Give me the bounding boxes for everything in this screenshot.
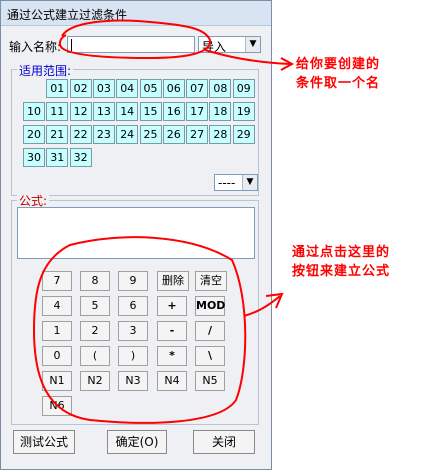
range-number-button[interactable]: 17 (186, 102, 209, 121)
annotation-keypad-hint: 通过点击这里的 按钮来建立公式 (292, 243, 390, 281)
range-number-button[interactable]: 30 (23, 148, 45, 167)
range-number-button[interactable]: 03 (92, 79, 115, 98)
keypad-key[interactable]: N6 (42, 396, 72, 416)
range-number-button[interactable]: 06 (162, 79, 185, 98)
chevron-down-icon[interactable]: ▼ (242, 175, 257, 190)
range-number-button[interactable]: 09 (232, 79, 255, 98)
dialog-window: 通过公式建立过滤条件 输入名称: 导入 ▼ 适用范围: 01 02 03 04 05 06… (0, 0, 272, 470)
close-button[interactable]: 关闭 (193, 430, 255, 454)
range-number-button[interactable]: 13 (92, 102, 115, 121)
keypad-key[interactable]: MOD (195, 296, 225, 316)
range-number-button[interactable]: 08 (209, 79, 232, 98)
range-number-button[interactable]: 10 (23, 102, 45, 121)
range-number-button[interactable]: 32 (69, 148, 92, 167)
keypad-key[interactable]: 1 (42, 321, 72, 341)
keypad-key[interactable]: 7 (42, 271, 72, 291)
range-number-button[interactable]: 18 (209, 102, 232, 121)
keypad-key[interactable]: / (195, 321, 225, 341)
name-input[interactable] (67, 36, 195, 53)
keypad-key[interactable]: 4 (42, 296, 72, 316)
keypad-key[interactable]: + (157, 296, 187, 316)
annotation-line: 通过点击这里的 (292, 245, 391, 260)
range-number-button[interactable]: 20 (23, 125, 45, 144)
range-number-button[interactable]: 25 (139, 125, 162, 144)
keypad-key[interactable]: 8 (80, 271, 110, 291)
formula-textarea[interactable] (17, 207, 255, 259)
keypad-key[interactable]: 清空 (195, 271, 227, 291)
range-number-button[interactable]: 14 (116, 102, 139, 121)
range-mode-value: ---- (218, 176, 236, 190)
range-number-button[interactable]: 27 (186, 125, 209, 144)
text-caret (71, 39, 72, 51)
range-number-button[interactable]: 16 (162, 102, 185, 121)
range-number-button[interactable]: 02 (69, 79, 92, 98)
keypad-key[interactable]: 0 (42, 346, 72, 366)
range-mode-select[interactable]: ---- ▼ (214, 174, 258, 191)
keypad-key[interactable]: ( (80, 346, 110, 366)
chevron-down-icon[interactable]: ▼ (245, 37, 260, 52)
keypad-key[interactable]: 5 (80, 296, 110, 316)
keypad-key[interactable]: ) (118, 346, 148, 366)
range-number-button[interactable]: 26 (162, 125, 185, 144)
range-group-label: 适用范围: (17, 62, 74, 79)
range-number-button[interactable]: 07 (186, 79, 209, 98)
range-number-button[interactable]: 01 (46, 79, 69, 98)
keypad-key[interactable]: 6 (118, 296, 148, 316)
name-label: 输入名称: (9, 40, 62, 54)
keypad-key[interactable]: - (157, 321, 187, 341)
range-number-button[interactable]: 12 (69, 102, 92, 121)
annotation-line: 条件取一个名 (296, 76, 381, 91)
keypad-key[interactable]: N4 (157, 371, 187, 391)
import-select[interactable]: 导入 ▼ (198, 36, 261, 54)
keypad-key[interactable]: N2 (80, 371, 110, 391)
keypad-key[interactable]: N5 (195, 371, 225, 391)
annotation-line: 给你要创建的 (296, 57, 381, 72)
range-number-button[interactable]: 11 (46, 102, 69, 121)
range-number-button[interactable]: 23 (92, 125, 115, 144)
range-number-button[interactable]: 22 (69, 125, 92, 144)
range-number-button[interactable]: 15 (139, 102, 162, 121)
range-number-button[interactable]: 29 (232, 125, 255, 144)
range-number-button[interactable]: 24 (116, 125, 139, 144)
range-number-button[interactable]: 21 (46, 125, 69, 144)
keypad-key[interactable]: 9 (118, 271, 148, 291)
ok-button[interactable]: 确定(O) (107, 430, 167, 454)
annotation-name-hint: 给你要创建的 条件取一个名 (296, 55, 380, 93)
import-select-value: 导入 (202, 40, 227, 54)
range-number-button[interactable]: 28 (209, 125, 232, 144)
window-title: 通过公式建立过滤条件 (7, 8, 128, 22)
keypad-key[interactable]: * (157, 346, 187, 366)
keypad-key[interactable]: 2 (80, 321, 110, 341)
range-number-button[interactable]: 31 (46, 148, 69, 167)
keypad-key[interactable]: N1 (42, 371, 72, 391)
keypad-key[interactable]: 3 (118, 321, 148, 341)
title-bar: 通过公式建立过滤条件 (1, 1, 271, 26)
annotation-line: 按钮来建立公式 (292, 264, 391, 279)
test-formula-button[interactable]: 测试公式 (13, 430, 75, 454)
keypad-key[interactable]: 删除 (157, 271, 189, 291)
range-number-button[interactable]: 04 (116, 79, 139, 98)
range-number-button[interactable]: 05 (139, 79, 162, 98)
range-number-button[interactable]: 19 (232, 102, 255, 121)
keypad-key[interactable]: \ (195, 346, 225, 366)
keypad-key[interactable]: N3 (118, 371, 148, 391)
